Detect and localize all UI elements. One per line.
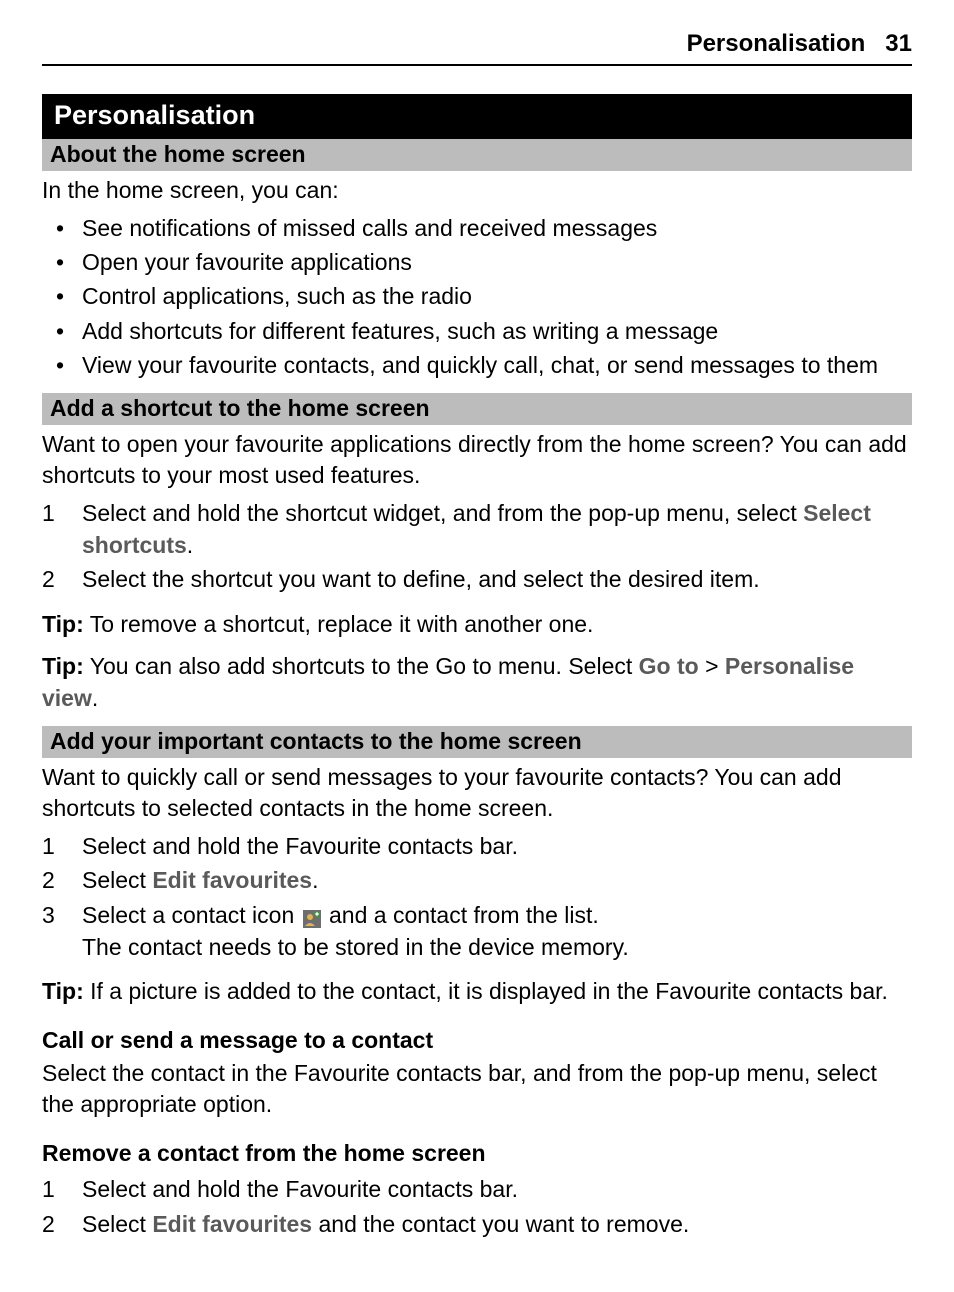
- running-header: Personalisation 31: [42, 30, 912, 66]
- heading-add-contacts: Add your important contacts to the home …: [42, 726, 912, 758]
- step-number: 3: [42, 899, 82, 963]
- step-text-post: and the contact you want to remove.: [312, 1211, 689, 1237]
- add-shortcut-intro: Want to open your favourite applications…: [42, 429, 912, 491]
- heading-remove-contact: Remove a contact from the home screen: [42, 1140, 912, 1167]
- remove-contact-steps: 1 Select and hold the Favourite contacts…: [42, 1173, 912, 1239]
- list-item: 2 Select the shortcut you want to define…: [42, 563, 912, 595]
- list-item: • Open your favourite applications: [42, 246, 912, 278]
- heading-call-send: Call or send a message to a contact: [42, 1027, 912, 1054]
- step-text: Select and hold the shortcut widget, and…: [82, 497, 912, 561]
- heading-add-shortcut: Add a shortcut to the home screen: [42, 393, 912, 425]
- step-text-pre: Select: [82, 867, 152, 893]
- add-shortcut-steps: 1 Select and hold the shortcut widget, a…: [42, 497, 912, 596]
- page-container: Personalisation 31 Personalisation About…: [0, 0, 954, 1292]
- step-number: 2: [42, 864, 82, 896]
- list-item: • See notifications of missed calls and …: [42, 212, 912, 244]
- list-item: 1 Select and hold the shortcut widget, a…: [42, 497, 912, 561]
- step-text-post: .: [312, 867, 318, 893]
- about-bullets: • See notifications of missed calls and …: [42, 212, 912, 381]
- step-number: 2: [42, 1208, 82, 1240]
- step-note: The contact needs to be stored in the de…: [82, 931, 629, 963]
- list-item: 1 Select and hold the Favourite contacts…: [42, 1173, 912, 1205]
- tip-label: Tip:: [42, 611, 84, 637]
- add-contacts-steps: 1 Select and hold the Favourite contacts…: [42, 830, 912, 963]
- ui-label-edit-favourites: Edit favourites: [152, 867, 312, 893]
- tip-text: To remove a shortcut, replace it with an…: [84, 611, 594, 637]
- bullet-text: Add shortcuts for different features, su…: [82, 315, 718, 347]
- bullet-icon: •: [42, 246, 82, 278]
- call-send-text: Select the contact in the Favourite cont…: [42, 1058, 912, 1120]
- bullet-icon: •: [42, 349, 82, 381]
- step-text-post: .: [187, 532, 193, 558]
- tip-goto-shortcut: Tip: You can also add shortcuts to the G…: [42, 650, 912, 714]
- heading-about-home-screen: About the home screen: [42, 139, 912, 171]
- bullet-text: Open your favourite applications: [82, 246, 412, 278]
- step-text: Select Edit favourites and the contact y…: [82, 1208, 689, 1240]
- step-text-post: and a contact from the list.: [323, 902, 599, 928]
- tip-contact-picture: Tip: If a picture is added to the contac…: [42, 975, 912, 1007]
- step-number: 1: [42, 1173, 82, 1205]
- tip-remove-shortcut: Tip: To remove a shortcut, replace it wi…: [42, 608, 912, 640]
- add-contacts-intro: Want to quickly call or send messages to…: [42, 762, 912, 824]
- tip-label: Tip:: [42, 653, 84, 679]
- bullet-text: Control applications, such as the radio: [82, 280, 472, 312]
- list-item: • Add shortcuts for different features, …: [42, 315, 912, 347]
- step-number: 1: [42, 830, 82, 862]
- list-item: • View your favourite contacts, and quic…: [42, 349, 912, 381]
- tip-text-post: .: [92, 685, 98, 711]
- bullet-icon: •: [42, 212, 82, 244]
- step-text: Select Edit favourites.: [82, 864, 318, 896]
- step-number: 2: [42, 563, 82, 595]
- step-text-pre: Select: [82, 1211, 152, 1237]
- list-item: • Control applications, such as the radi…: [42, 280, 912, 312]
- tip-text: If a picture is added to the contact, it…: [84, 978, 888, 1004]
- bullet-icon: •: [42, 315, 82, 347]
- step-text: Select a contact icon and a contact from…: [82, 899, 629, 963]
- about-intro: In the home screen, you can:: [42, 175, 912, 206]
- bullet-text: See notifications of missed calls and re…: [82, 212, 657, 244]
- list-item: 3 Select a contact icon and a contact fr…: [42, 899, 912, 963]
- tip-text-pre: You can also add shortcuts to the Go to …: [84, 653, 639, 679]
- step-text: Select and hold the Favourite contacts b…: [82, 1173, 518, 1205]
- header-title: Personalisation: [687, 30, 866, 58]
- section-title-black: Personalisation: [42, 94, 912, 139]
- tip-text-gt: >: [699, 653, 725, 679]
- step-text: Select the shortcut you want to define, …: [82, 563, 760, 595]
- ui-label-edit-favourites: Edit favourites: [152, 1211, 312, 1237]
- step-number: 1: [42, 497, 82, 561]
- tip-label: Tip:: [42, 978, 84, 1004]
- bullet-icon: •: [42, 280, 82, 312]
- header-page-number: 31: [885, 30, 912, 58]
- list-item: 2 Select Edit favourites and the contact…: [42, 1208, 912, 1240]
- bullet-text: View your favourite contacts, and quickl…: [82, 349, 878, 381]
- list-item: 2 Select Edit favourites.: [42, 864, 912, 896]
- step-text: Select and hold the Favourite contacts b…: [82, 830, 518, 862]
- add-contact-icon: [303, 910, 321, 928]
- step-text-pre: Select and hold the shortcut widget, and…: [82, 500, 803, 526]
- list-item: 1 Select and hold the Favourite contacts…: [42, 830, 912, 862]
- ui-label-go-to: Go to: [639, 653, 699, 679]
- step-text-pre: Select a contact icon: [82, 902, 301, 928]
